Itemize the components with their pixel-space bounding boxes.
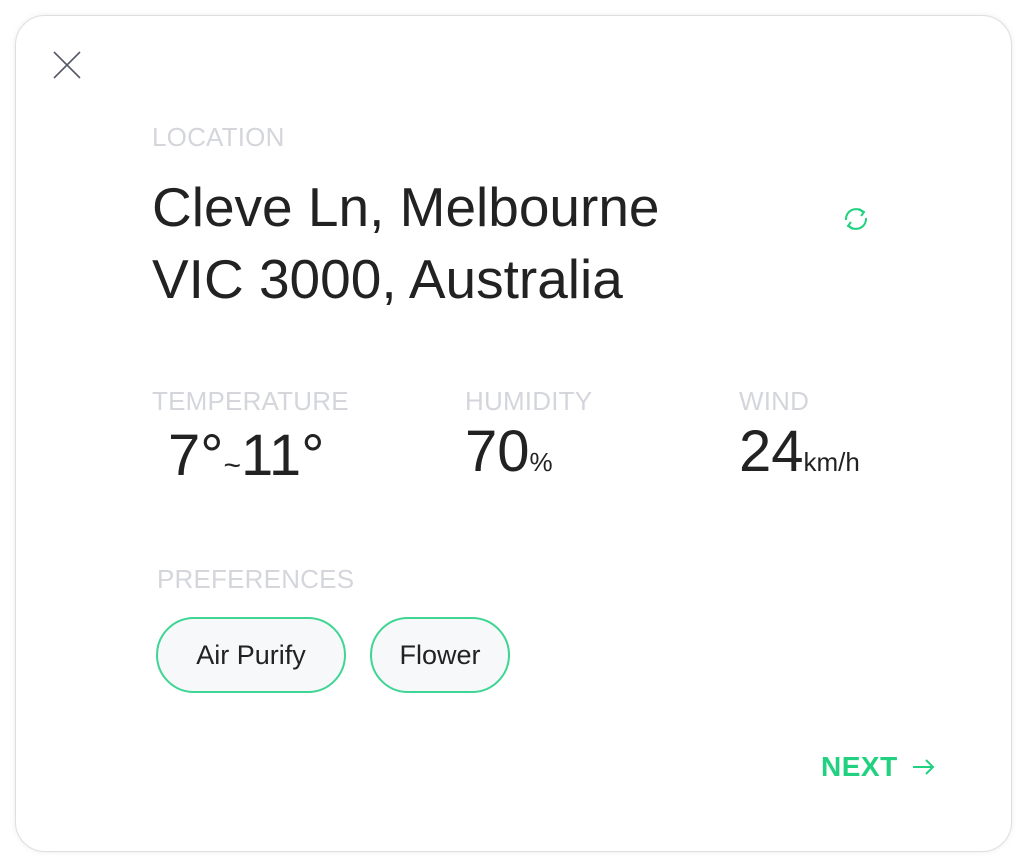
temperature-label: TEMPERATURE (152, 386, 349, 416)
humidity-number: 70 (465, 419, 530, 484)
temperature-min: 7° (168, 423, 224, 488)
arrow-right-icon (912, 759, 935, 775)
location-address: Cleve Ln, Melbourne VIC 3000, Australia (152, 171, 772, 315)
close-icon (53, 51, 81, 79)
refresh-icon (844, 208, 868, 230)
next-label: NEXT (821, 751, 898, 782)
wind-value: 24km/h (739, 418, 860, 485)
humidity-label: HUMIDITY (465, 386, 593, 416)
next-button[interactable]: NEXT (821, 751, 936, 783)
wind-number: 24 (739, 419, 804, 484)
location-label: LOCATION (152, 122, 285, 152)
temperature-separator: ~ (223, 449, 241, 482)
close-button[interactable] (52, 50, 82, 80)
location-card: LOCATION Cleve Ln, Melbourne VIC 3000, A… (15, 15, 1012, 852)
wind-label: WIND (739, 386, 810, 416)
preference-chip-air-purify[interactable]: Air Purify (156, 617, 346, 693)
temperature-max: 11° (240, 423, 325, 488)
preferences-label: PREFERENCES (157, 564, 355, 594)
address-line-2: VIC 3000, Australia (152, 248, 623, 310)
humidity-value: 70% (465, 418, 553, 485)
humidity-unit: % (529, 447, 553, 477)
address-line-1: Cleve Ln, Melbourne (152, 176, 660, 238)
temperature-value: 7°~11° (168, 422, 324, 489)
wind-unit: km/h (803, 447, 860, 477)
preference-chip-flower[interactable]: Flower (370, 617, 510, 693)
refresh-button[interactable] (840, 203, 872, 235)
